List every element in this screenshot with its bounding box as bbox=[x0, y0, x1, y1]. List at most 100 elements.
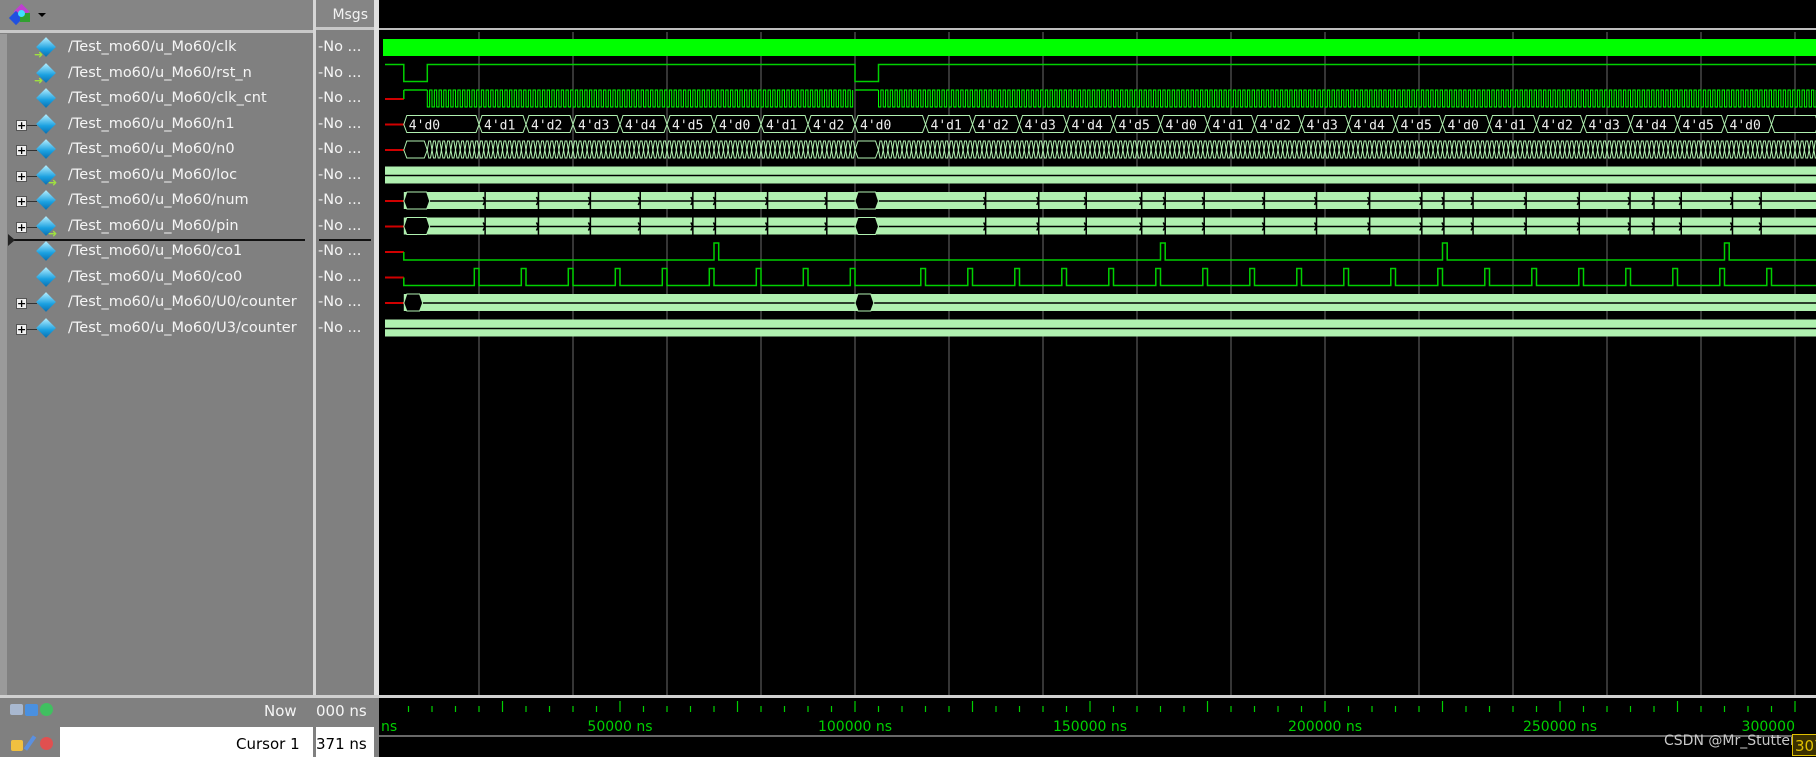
cursor-time-marker[interactable]: 307 bbox=[1792, 734, 1816, 756]
n1-value-label: 4'd5 bbox=[672, 119, 703, 134]
signal-row[interactable]: /Test_mo60/u_Mo60/clk_cnt bbox=[8, 87, 313, 112]
input-port-arrow-icon: ➜ bbox=[34, 73, 44, 87]
n1-value-label: 4'd5 bbox=[1119, 119, 1150, 134]
signal-msg: -No ... bbox=[318, 268, 362, 285]
signal-diamond-icon bbox=[36, 317, 56, 338]
n0-blank-segment bbox=[854, 140, 880, 159]
expand-icon[interactable]: + bbox=[16, 323, 27, 335]
wave-toolbar-header bbox=[0, 0, 313, 33]
now-value: 000 ns bbox=[316, 702, 367, 720]
expand-icon[interactable]: + bbox=[16, 119, 27, 131]
signal-row[interactable]: + /Test_mo60/u_Mo60/n1 bbox=[8, 113, 313, 138]
expand-icon[interactable]: + bbox=[16, 196, 27, 207]
n1-value-label: 4'd1 bbox=[484, 119, 515, 134]
signal-row[interactable]: + /Test_mo60/u_Mo60/num bbox=[8, 189, 313, 214]
wave-objects-icon[interactable] bbox=[8, 3, 30, 26]
signal-name: /Test_mo60/u_Mo60/loc bbox=[68, 166, 238, 183]
signal-name: /Test_mo60/u_Mo60/U0/counter bbox=[68, 294, 297, 310]
pane-splitter[interactable] bbox=[313, 0, 316, 757]
n1-value-label: 4'd1 bbox=[931, 119, 962, 134]
n1-value-label: 4'd1 bbox=[766, 119, 797, 134]
signal-msg: -No ... bbox=[318, 39, 362, 55]
signal-name: /Test_mo60/u_Mo60/clk_cnt bbox=[68, 90, 267, 106]
signal-diamond-icon bbox=[36, 266, 56, 287]
insertion-marker-line bbox=[10, 239, 305, 241]
delete-cursor-icon[interactable] bbox=[40, 737, 53, 750]
tree-connector bbox=[27, 175, 37, 177]
n1-value-label: 4'd3 bbox=[578, 119, 609, 134]
signal-diamond-icon bbox=[36, 113, 56, 134]
n1-value-label: 4'd4 bbox=[1636, 119, 1667, 134]
time-label: 150000 ns bbox=[1053, 719, 1127, 735]
n1-value-label: 4'd0 bbox=[1448, 119, 1479, 134]
n1-value-label: 4'd3 bbox=[1589, 119, 1620, 134]
signal-name: /Test_mo60/u_Mo60/co1 bbox=[68, 243, 243, 259]
bus-blank-segment bbox=[854, 217, 880, 235]
signal-row[interactable]: + /Test_mo60/u_Mo60/U0/counter bbox=[8, 291, 313, 316]
new-cursor-icon[interactable] bbox=[40, 703, 53, 716]
signal-msg: -No ... bbox=[318, 166, 362, 183]
time-label: 250000 ns bbox=[1523, 719, 1597, 735]
insertion-marker-line bbox=[319, 239, 371, 241]
signal-row[interactable]: + ➜ /Test_mo60/u_Mo60/pin bbox=[8, 215, 313, 240]
signal-diamond-icon bbox=[36, 292, 56, 312]
signal-msg: -No ... bbox=[318, 243, 362, 259]
tree-connector bbox=[27, 201, 37, 202]
expand-icon[interactable]: + bbox=[16, 145, 27, 156]
n1-value-label: 4'd3 bbox=[1025, 119, 1056, 134]
clk-cnt-toggle bbox=[426, 89, 854, 108]
signal-diamond-icon bbox=[36, 88, 56, 108]
signal-diamond-icon bbox=[36, 139, 56, 159]
add-cursor-icon[interactable] bbox=[10, 704, 23, 715]
tree-connector bbox=[27, 124, 37, 126]
signal-row[interactable]: ➜ /Test_mo60/u_Mo60/rst_n bbox=[8, 62, 313, 87]
signal-name: /Test_mo60/u_Mo60/pin bbox=[68, 217, 239, 234]
tree-connector bbox=[27, 226, 37, 228]
n0-blank-segment bbox=[403, 140, 428, 159]
signal-msg: -No ... bbox=[318, 141, 362, 157]
msgs-header: Msgs bbox=[316, 0, 374, 30]
cursor-label[interactable]: Cursor 1 bbox=[236, 735, 300, 753]
expand-icon[interactable]: + bbox=[16, 221, 27, 233]
signal-name: /Test_mo60/u_Mo60/co0 bbox=[68, 268, 243, 285]
lock-cursor-icon[interactable] bbox=[11, 740, 23, 751]
insertion-marker-icon[interactable] bbox=[8, 234, 15, 246]
signal-name: /Test_mo60/u_Mo60/num bbox=[68, 192, 249, 208]
n1-value-label: 4'd4 bbox=[1072, 119, 1103, 134]
time-label: 50000 ns bbox=[587, 719, 652, 735]
signal-msg: -No ... bbox=[318, 294, 362, 310]
signal-diamond-icon bbox=[36, 190, 56, 210]
signal-name: /Test_mo60/u_Mo60/U3/counter bbox=[68, 319, 297, 336]
signal-name: /Test_mo60/u_Mo60/rst_n bbox=[68, 64, 252, 81]
tree-connector bbox=[27, 150, 37, 151]
bus-blank-segment bbox=[854, 191, 880, 210]
watermark: CSDN @Mr_Stutter bbox=[1664, 733, 1796, 749]
edit-cursor-icon[interactable] bbox=[25, 704, 38, 716]
waveform-canvas[interactable]: 4'd0 4'd1 4'd2 4'd3 4'd4 4'd5 4'd0 4'd1 4'd2 4'd0… bbox=[379, 0, 1816, 695]
signal-row[interactable]: + /Test_mo60/u_Mo60/n0 bbox=[8, 138, 313, 163]
bus-blank-segment bbox=[403, 293, 424, 312]
n1-value-label: 4'd4 bbox=[1354, 119, 1385, 134]
cursor-value[interactable]: 371 ns bbox=[316, 735, 367, 753]
signal-name: /Test_mo60/u_Mo60/clk bbox=[68, 39, 237, 55]
now-label: Now bbox=[264, 702, 297, 720]
output-port-arrow-icon: ➜ bbox=[48, 226, 58, 240]
signal-msg: -No ... bbox=[318, 115, 362, 132]
bus-blank-segment bbox=[403, 217, 431, 235]
signal-row[interactable]: ➜ /Test_mo60/u_Mo60/clk bbox=[8, 36, 313, 61]
signal-msg: -No ... bbox=[318, 319, 362, 336]
signal-row[interactable]: + /Test_mo60/u_Mo60/U3/counter bbox=[8, 317, 313, 342]
signal-row[interactable]: /Test_mo60/u_Mo60/co1 bbox=[8, 240, 313, 265]
n0-fast-segments bbox=[426, 140, 856, 159]
signal-row[interactable]: /Test_mo60/u_Mo60/co0 bbox=[8, 266, 313, 291]
output-port-arrow-icon: ➜ bbox=[48, 175, 58, 189]
expand-icon[interactable]: + bbox=[16, 170, 27, 182]
n1-value-label: 4'd5 bbox=[1683, 119, 1714, 134]
signal-name: /Test_mo60/u_Mo60/n1 bbox=[68, 115, 235, 132]
signal-row[interactable]: + ➜ /Test_mo60/u_Mo60/loc bbox=[8, 164, 313, 189]
signal-diamond-icon bbox=[36, 241, 56, 261]
n1-value-label: 4'd4 bbox=[625, 119, 656, 134]
expand-icon[interactable]: + bbox=[16, 298, 27, 309]
chevron-down-icon[interactable] bbox=[38, 13, 46, 17]
time-axis[interactable]: ns 50000 ns 100000 ns 150000 ns 200000 ns 250… bbox=[379, 698, 1816, 757]
